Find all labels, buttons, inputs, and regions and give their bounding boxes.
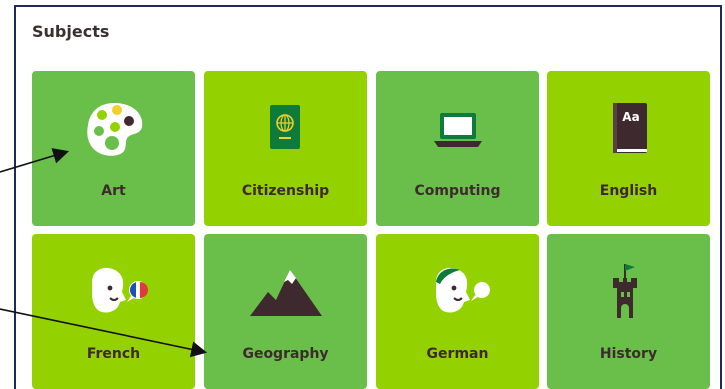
subject-tile-french[interactable]: French [32,234,195,389]
subject-tile-geography[interactable]: Geography [204,234,367,389]
subject-label: History [599,346,658,362]
panel-title: Subjects [32,22,110,41]
passport-icon [204,99,367,163]
subject-tile-art[interactable]: Art [32,71,195,226]
subject-tile-german[interactable]: German [376,234,539,389]
palette-icon [32,99,195,163]
book-icon: Aa [547,99,710,163]
laptop-icon [376,99,539,163]
subject-tile-english[interactable]: Aa English [547,71,710,226]
subject-label: Geography [242,346,329,362]
subject-label: French [86,346,141,362]
subject-tile-citizenship[interactable]: Citizenship [204,71,367,226]
german-speaker-icon [376,262,539,326]
subject-label: Computing [414,183,501,199]
subject-tile-history[interactable]: History [547,234,710,389]
svg-text:Aa: Aa [622,110,639,124]
subject-label: Art [101,183,126,199]
subject-label: English [599,183,658,199]
subject-label: German [426,346,489,362]
subject-label: Citizenship [241,183,330,199]
mountain-icon [204,262,367,326]
subject-tile-computing[interactable]: Computing [376,71,539,226]
castle-icon [547,262,710,326]
french-speaker-icon [32,262,195,326]
